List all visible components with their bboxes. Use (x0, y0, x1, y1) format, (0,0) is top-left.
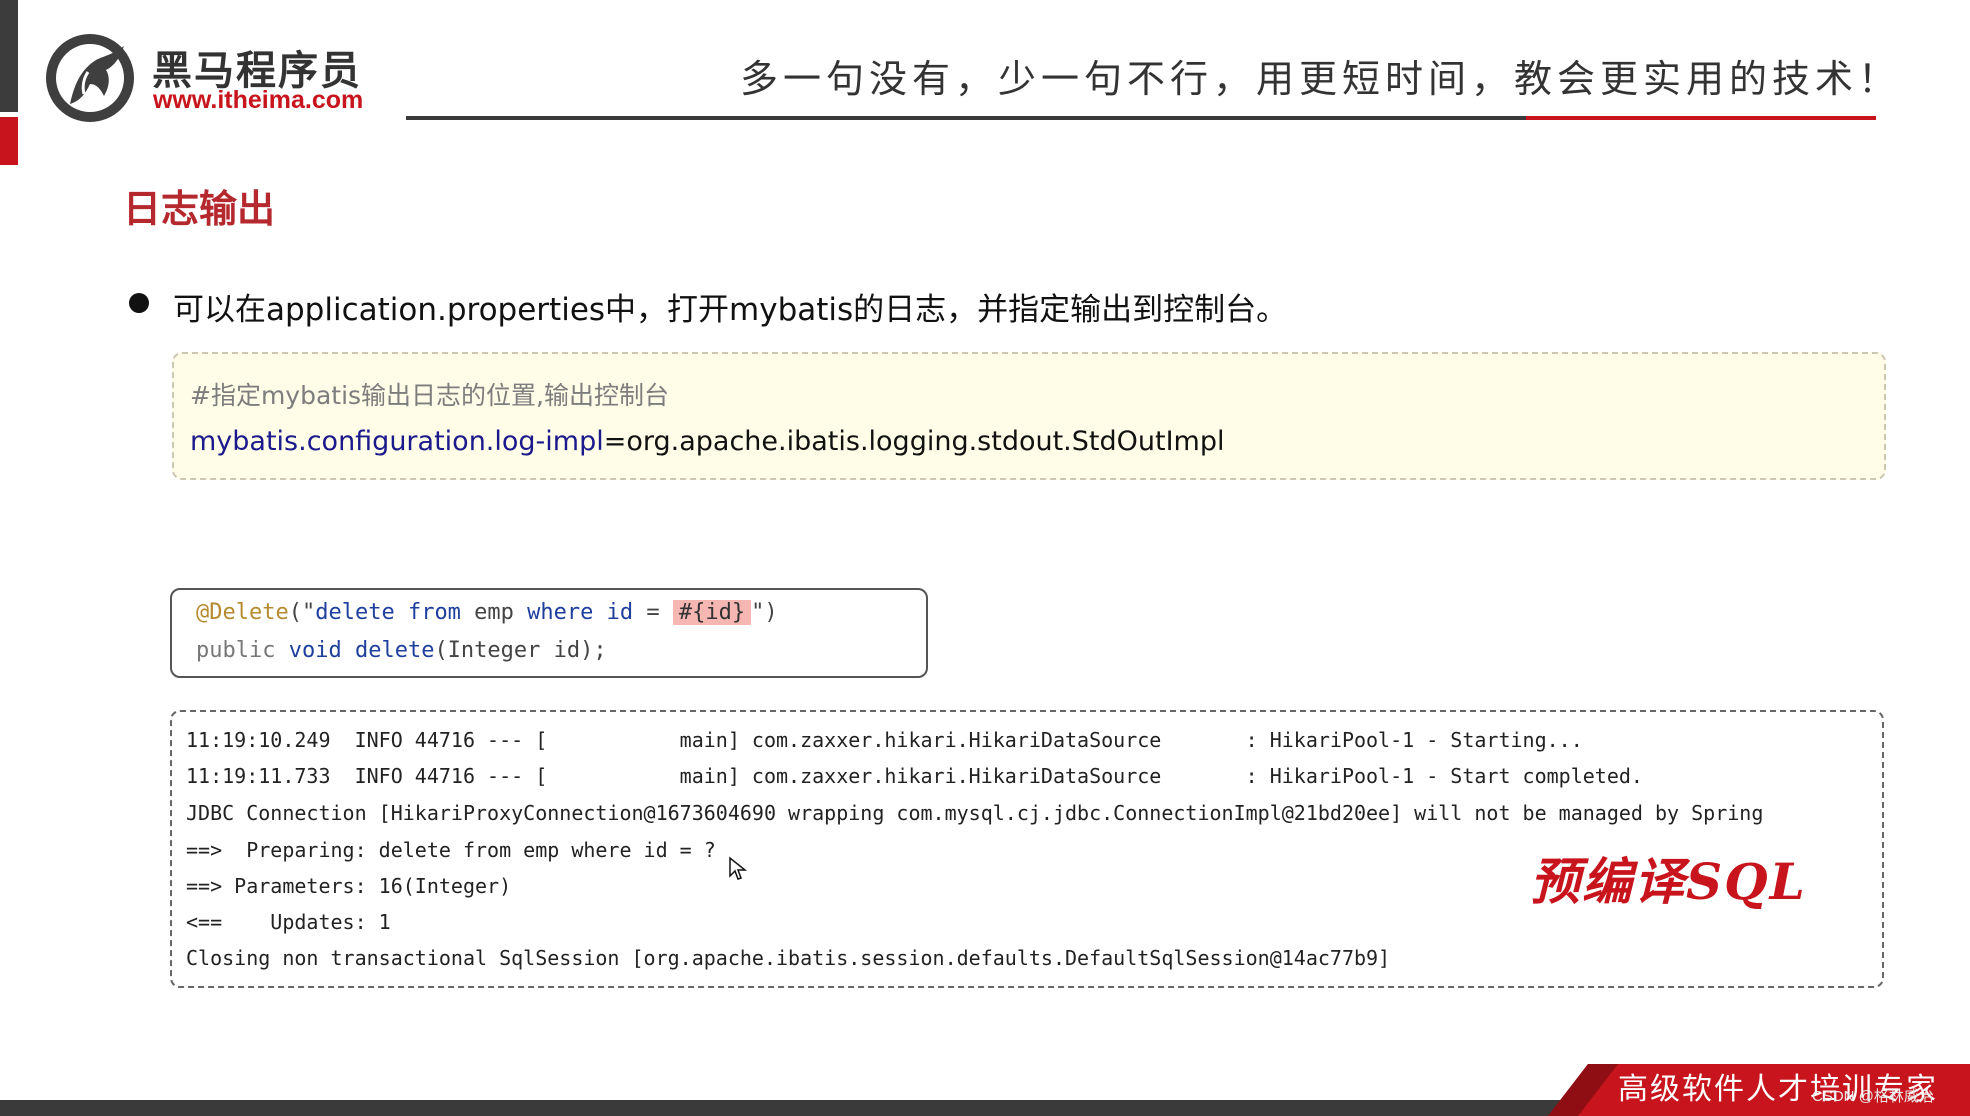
precompiled-sql-badge: 预编译SQL (1530, 852, 1807, 911)
code-sql-emp: emp (460, 600, 528, 625)
bullet-text: 可以在application.properties中，打开mybatis的日志，… (173, 292, 1288, 328)
csdn-watermark: CSDN @格林威治 (1812, 1088, 1934, 1105)
page-title: 日志输出 (123, 187, 276, 231)
code-open: (" (288, 600, 316, 625)
code-sql-id: id (593, 600, 647, 625)
config-key: mybatis.configuration.log-impl (190, 426, 604, 457)
mouse-cursor-icon (729, 856, 748, 880)
config-snippet-box: #指定mybatis输出日志的位置,输出控制台 mybatis.configur… (172, 352, 1886, 480)
log-line-preparing: ==> Preparing: delete from emp where id … (186, 838, 716, 862)
header-divider-red (1526, 116, 1876, 120)
config-comment: #指定mybatis输出日志的位置,输出控制台 (190, 381, 670, 410)
code-public: public (196, 638, 276, 663)
code-sql-delete: delete (315, 600, 395, 625)
code-void: void (275, 638, 342, 663)
code-line-method: public void delete(Integer id); (196, 638, 607, 663)
log-line: JDBC Connection [HikariProxyConnection@1… (186, 801, 1764, 825)
log-line-parameters: ==> Parameters: 16(Integer) (186, 874, 512, 898)
code-line-annotation: @Delete("delete from emp where id = #{id… (196, 600, 778, 625)
code-sql-eq: = (646, 600, 673, 625)
code-sql-from: from (394, 600, 461, 625)
bullet-icon (129, 293, 149, 313)
code-close: ") (751, 600, 778, 625)
header-divider-dark (406, 116, 1526, 120)
horse-logo-icon (46, 34, 134, 122)
code-param-highlight: #{id} (672, 600, 752, 625)
log-line-updates: <== Updates: 1 (186, 910, 391, 934)
code-sql-where: where (527, 600, 594, 625)
header-slogan: 多一句没有，少一句不行，用更短时间，教会更实用的技术！ (740, 57, 1902, 101)
log-line: 11:19:11.733 INFO 44716 --- [ main] com.… (186, 764, 1643, 788)
code-args: (Integer id); (434, 638, 607, 663)
left-accent-bar-dark (0, 0, 18, 112)
left-accent-bar-red (0, 117, 18, 165)
config-equals: = (603, 426, 627, 457)
config-line: mybatis.configuration.log-impl=org.apach… (190, 426, 1224, 457)
config-value: org.apache.ibatis.logging.stdout.StdOutI… (626, 426, 1225, 457)
code-snippet-box: @Delete("delete from emp where id = #{id… (170, 588, 928, 678)
log-line-closing: Closing non transactional SqlSession [or… (186, 946, 1391, 970)
logo-url: www.itheima.com (153, 86, 364, 114)
log-line: 11:19:10.249 INFO 44716 --- [ main] com.… (186, 728, 1583, 752)
code-method-name: delete (341, 638, 435, 663)
itheima-logo: 黑马程序员 www.itheima.com (40, 26, 380, 126)
code-annotation: @Delete (196, 600, 289, 625)
